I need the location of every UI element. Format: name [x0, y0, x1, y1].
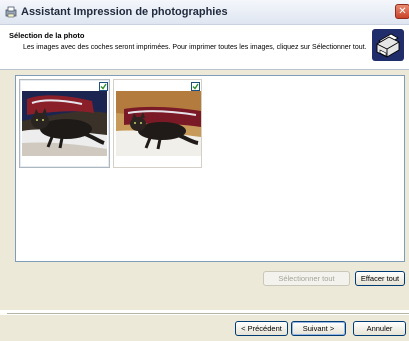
next-button[interactable]: Suivant >: [291, 321, 346, 336]
page-description: Les images avec des coches seront imprim…: [23, 44, 367, 51]
cat-photo: [116, 91, 201, 156]
wizard-footer: < Précédent Suivant > Annuler: [0, 315, 409, 341]
checkmark-icon: [100, 83, 107, 90]
clear-all-button[interactable]: Effacer tout: [355, 271, 405, 286]
photo-list: [15, 75, 405, 262]
cancel-button[interactable]: Annuler: [353, 321, 406, 336]
photo-thumbnail[interactable]: [113, 79, 202, 168]
close-button[interactable]: ✕: [395, 4, 409, 19]
photo-checkbox[interactable]: [99, 82, 108, 91]
photo-checkbox[interactable]: [191, 82, 200, 91]
cat-photo: [22, 91, 107, 156]
wizard-header: Sélection de la photo Les images avec de…: [0, 25, 409, 70]
photo-thumbnail[interactable]: [19, 79, 110, 168]
printer-icon: [372, 29, 404, 61]
title-bar: Assistant Impression de photographies ✕: [0, 0, 409, 25]
page-title: Sélection de la photo: [9, 31, 85, 40]
printer-photo-icon: [5, 6, 17, 18]
content-panel: Sélectionner tout Effacer tout: [0, 70, 409, 310]
back-button[interactable]: < Précédent: [235, 321, 288, 336]
window-title: Assistant Impression de photographies: [21, 6, 228, 18]
checkmark-icon: [192, 83, 199, 90]
select-all-button[interactable]: Sélectionner tout: [263, 271, 350, 286]
